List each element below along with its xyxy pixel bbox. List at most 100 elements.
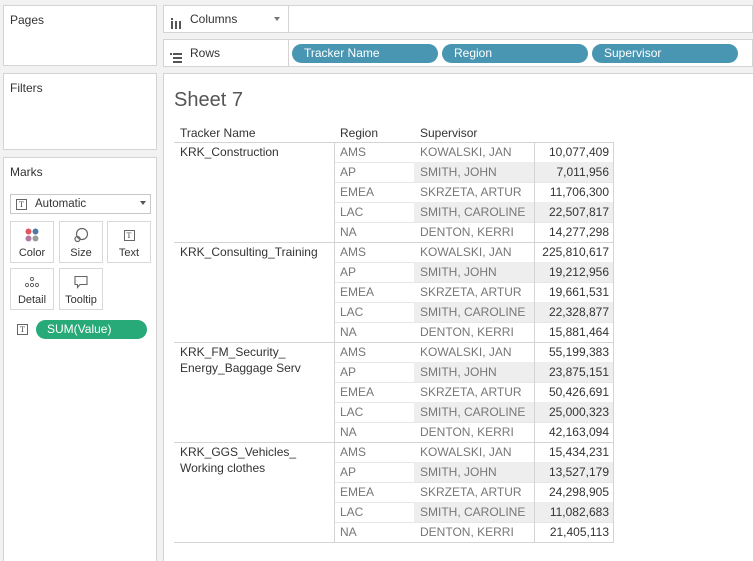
size-label: Size (70, 247, 92, 259)
region-cell: EMEA (340, 185, 375, 199)
region-cell: LAC (340, 205, 364, 219)
value-cell: 11,706,300 (534, 182, 614, 202)
supervisor-cell: SMITH, CAROLINE (414, 502, 534, 522)
filters-card[interactable]: Filters (3, 73, 157, 150)
table-row[interactable]: AMS KOWALSKI, JAN 10,077,409 (334, 142, 614, 162)
detail-button[interactable]: Detail (10, 268, 54, 310)
table-row[interactable]: LAC SMITH, CAROLINE 11,082,683 (334, 502, 614, 522)
supervisor-pill[interactable]: Supervisor (592, 44, 738, 63)
region-cell: LAC (340, 505, 364, 519)
rows-shelf[interactable]: Rows Tracker Name Region Supervisor (163, 39, 753, 67)
size-button[interactable]: Size (59, 221, 103, 263)
value-cell: 19,661,531 (534, 282, 614, 302)
table-row[interactable]: NA DENTON, KERRI 21,405,113 (334, 522, 614, 542)
measure-pill-row: T SUM(Value) (13, 320, 153, 340)
region-cell: AP (340, 265, 357, 279)
supervisor-cell: DENTON, KERRI (420, 225, 514, 239)
supervisor-cell: KOWALSKI, JAN (420, 245, 512, 259)
value-cell: 19,212,956 (534, 262, 614, 282)
supervisor-cell: KOWALSKI, JAN (420, 345, 512, 359)
supervisor-cell: SMITH, JOHN (414, 162, 534, 182)
tracker-name-cell[interactable]: KRK_Construction (180, 144, 279, 160)
region-cell: NA (340, 325, 357, 339)
table-row[interactable]: EMEA SKRZETA, ARTUR 19,661,531 (334, 282, 614, 302)
header-region[interactable]: Region (340, 126, 378, 140)
region-cell: AP (340, 365, 357, 379)
marks-card: Marks T Automatic Color Size T Text Deta… (3, 157, 157, 561)
table-row[interactable]: LAC SMITH, CAROLINE 25,000,323 (334, 402, 614, 422)
table-row[interactable]: AP SMITH, JOHN 13,527,179 (334, 462, 614, 482)
tracker-name-line: Energy_Baggage Serv (180, 361, 301, 375)
value-cell: 21,405,113 (534, 522, 614, 542)
table-row[interactable]: EMEA SKRZETA, ARTUR 24,298,905 (334, 482, 614, 502)
tracker-name-pill[interactable]: Tracker Name (292, 44, 438, 63)
supervisor-cell: KOWALSKI, JAN (420, 145, 512, 159)
detail-dots-icon (11, 274, 53, 290)
table-row[interactable]: AP SMITH, JOHN 19,212,956 (334, 262, 614, 282)
rows-icon (170, 47, 182, 73)
table-row[interactable]: AMS KOWALSKI, JAN 55,199,383 (334, 342, 614, 362)
filters-title: Filters (10, 81, 43, 95)
value-cell: 23,875,151 (534, 362, 614, 382)
supervisor-cell: SKRZETA, ARTUR (420, 485, 522, 499)
table-row[interactable]: LAC SMITH, CAROLINE 22,507,817 (334, 202, 614, 222)
color-button[interactable]: Color (10, 221, 54, 263)
supervisor-cell: SMITH, CAROLINE (414, 402, 534, 422)
supervisor-cell: DENTON, KERRI (420, 525, 514, 539)
region-cell: AMS (340, 145, 367, 159)
tooltip-button[interactable]: Tooltip (59, 268, 103, 310)
supervisor-cell: DENTON, KERRI (420, 325, 514, 339)
supervisor-cell: SMITH, JOHN (414, 362, 534, 382)
sheet-title: Sheet 7 (174, 89, 243, 111)
column-divider (334, 142, 335, 542)
pages-card[interactable]: Pages (3, 5, 157, 66)
region-cell: EMEA (340, 285, 375, 299)
table-bottom-border (174, 542, 614, 543)
region-cell: AP (340, 165, 357, 179)
value-cell: 50,426,691 (534, 382, 614, 402)
size-icon (60, 227, 102, 243)
text-encoding-icon: T (17, 324, 28, 335)
supervisor-cell: KOWALSKI, JAN (420, 445, 512, 459)
color-dots-icon (11, 227, 53, 243)
sum-value-pill[interactable]: SUM(Value) (36, 320, 147, 339)
region-cell: NA (340, 225, 357, 239)
chevron-down-icon[interactable] (274, 17, 280, 21)
table-row[interactable]: LAC SMITH, CAROLINE 22,328,877 (334, 302, 614, 322)
region-pill[interactable]: Region (442, 44, 588, 63)
text-button[interactable]: T Text (107, 221, 151, 263)
columns-shelf-label: Columns (164, 6, 289, 32)
supervisor-cell: DENTON, KERRI (420, 425, 514, 439)
tracker-name-cell[interactable]: KRK_Consulting_Training (180, 244, 318, 260)
table-row[interactable]: NA DENTON, KERRI 15,881,464 (334, 322, 614, 342)
table-row[interactable]: NA DENTON, KERRI 42,163,094 (334, 422, 614, 442)
supervisor-cell: SKRZETA, ARTUR (420, 285, 522, 299)
columns-label: Columns (190, 12, 238, 26)
tracker-name-cell[interactable]: KRK_GGS_Vehicles_ Working clothes (180, 444, 296, 476)
table-row[interactable]: AP SMITH, JOHN 7,011,956 (334, 162, 614, 182)
table-row[interactable]: AMS KOWALSKI, JAN 15,434,231 (334, 442, 614, 462)
header-tracker-name[interactable]: Tracker Name (180, 126, 256, 140)
table-row[interactable]: EMEA SKRZETA, ARTUR 11,706,300 (334, 182, 614, 202)
table-row[interactable]: EMEA SKRZETA, ARTUR 50,426,691 (334, 382, 614, 402)
region-cell: LAC (340, 405, 364, 419)
value-cell: 225,810,617 (534, 242, 614, 262)
text-label: Text (118, 247, 140, 259)
region-cell: AP (340, 465, 357, 479)
region-cell: AMS (340, 445, 367, 459)
table-row[interactable]: NA DENTON, KERRI 14,277,298 (334, 222, 614, 242)
columns-icon (170, 13, 182, 39)
header-supervisor[interactable]: Supervisor (420, 126, 477, 140)
columns-shelf[interactable]: Columns (163, 5, 753, 33)
value-cell: 10,077,409 (534, 142, 614, 162)
sheet-view[interactable]: Sheet 7 Tracker Name Region Supervisor K… (163, 73, 753, 561)
value-cell: 7,011,956 (534, 162, 614, 182)
region-cell: LAC (340, 305, 364, 319)
table-row[interactable]: AP SMITH, JOHN 23,875,151 (334, 362, 614, 382)
tracker-name-cell[interactable]: KRK_FM_Security_ Energy_Baggage Serv (180, 344, 301, 376)
mark-type-dropdown[interactable]: T Automatic (10, 194, 151, 214)
supervisor-cell: SKRZETA, ARTUR (420, 185, 522, 199)
value-cell: 14,277,298 (534, 222, 614, 242)
value-cell: 15,881,464 (534, 322, 614, 342)
table-row[interactable]: AMS KOWALSKI, JAN 225,810,617 (334, 242, 614, 262)
